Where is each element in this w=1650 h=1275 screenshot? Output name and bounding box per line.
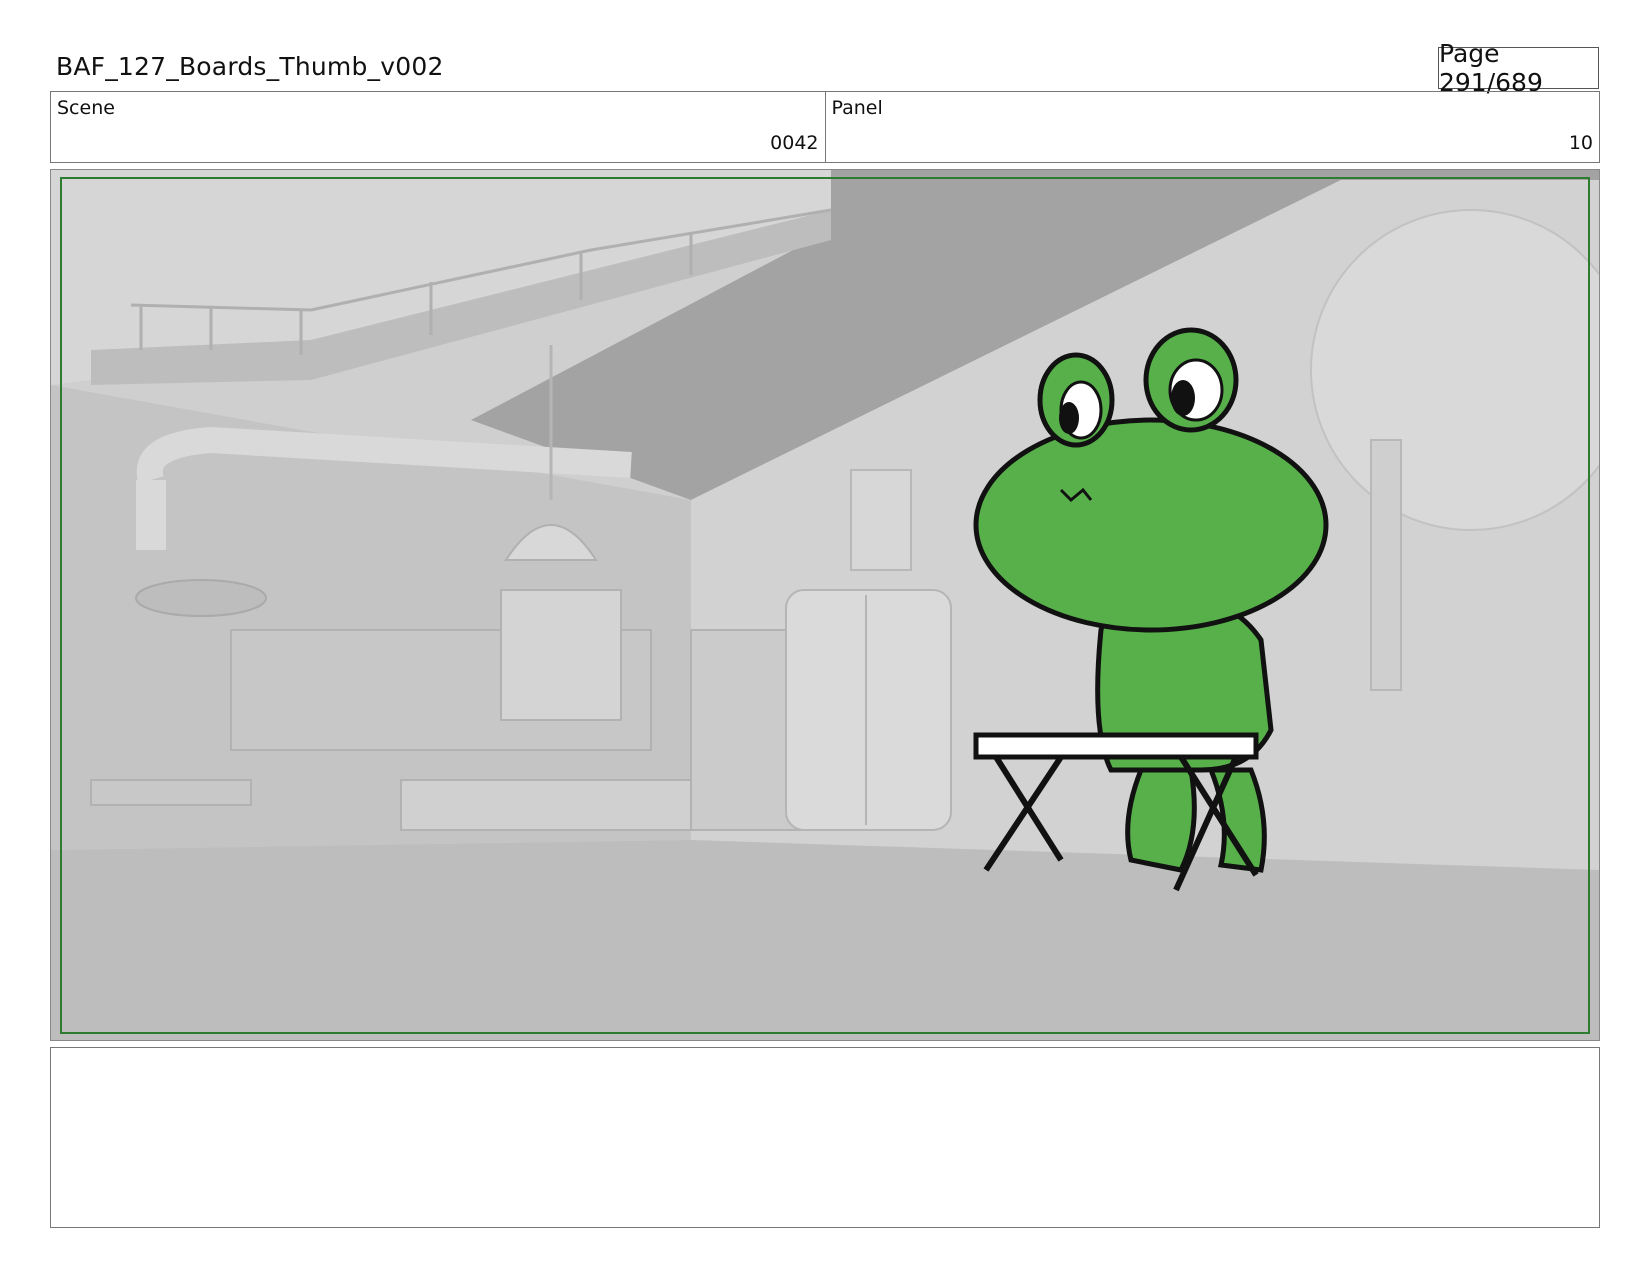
panel-value: 10 — [1568, 132, 1593, 154]
notes-area — [50, 1047, 1600, 1228]
page-indicator: Page 291/689 — [1438, 39, 1599, 97]
range-hood — [135, 579, 267, 617]
kitchen-counter — [400, 779, 692, 831]
panel-cell: Panel 10 — [824, 92, 1600, 162]
floor — [51, 840, 1599, 1040]
storyboard-panel-frame — [50, 169, 1600, 1041]
info-bar: Scene 0042 Panel 10 — [50, 91, 1600, 163]
hood-box — [500, 589, 622, 721]
scene-label: Scene — [57, 97, 115, 119]
side-cabinets — [690, 629, 802, 831]
fridge — [785, 589, 952, 831]
left-table — [90, 779, 252, 806]
wall-fan — [850, 469, 912, 571]
scene-cell: Scene 0042 — [51, 92, 825, 162]
frog-leg-left — [1125, 767, 1197, 873]
storyboard-panel-image — [51, 170, 1599, 1040]
frog-head — [973, 417, 1329, 633]
panel-label: Panel — [831, 97, 883, 119]
document-title: BAF_127_Boards_Thumb_v002 — [56, 52, 444, 81]
scene-value: 0042 — [770, 132, 819, 154]
